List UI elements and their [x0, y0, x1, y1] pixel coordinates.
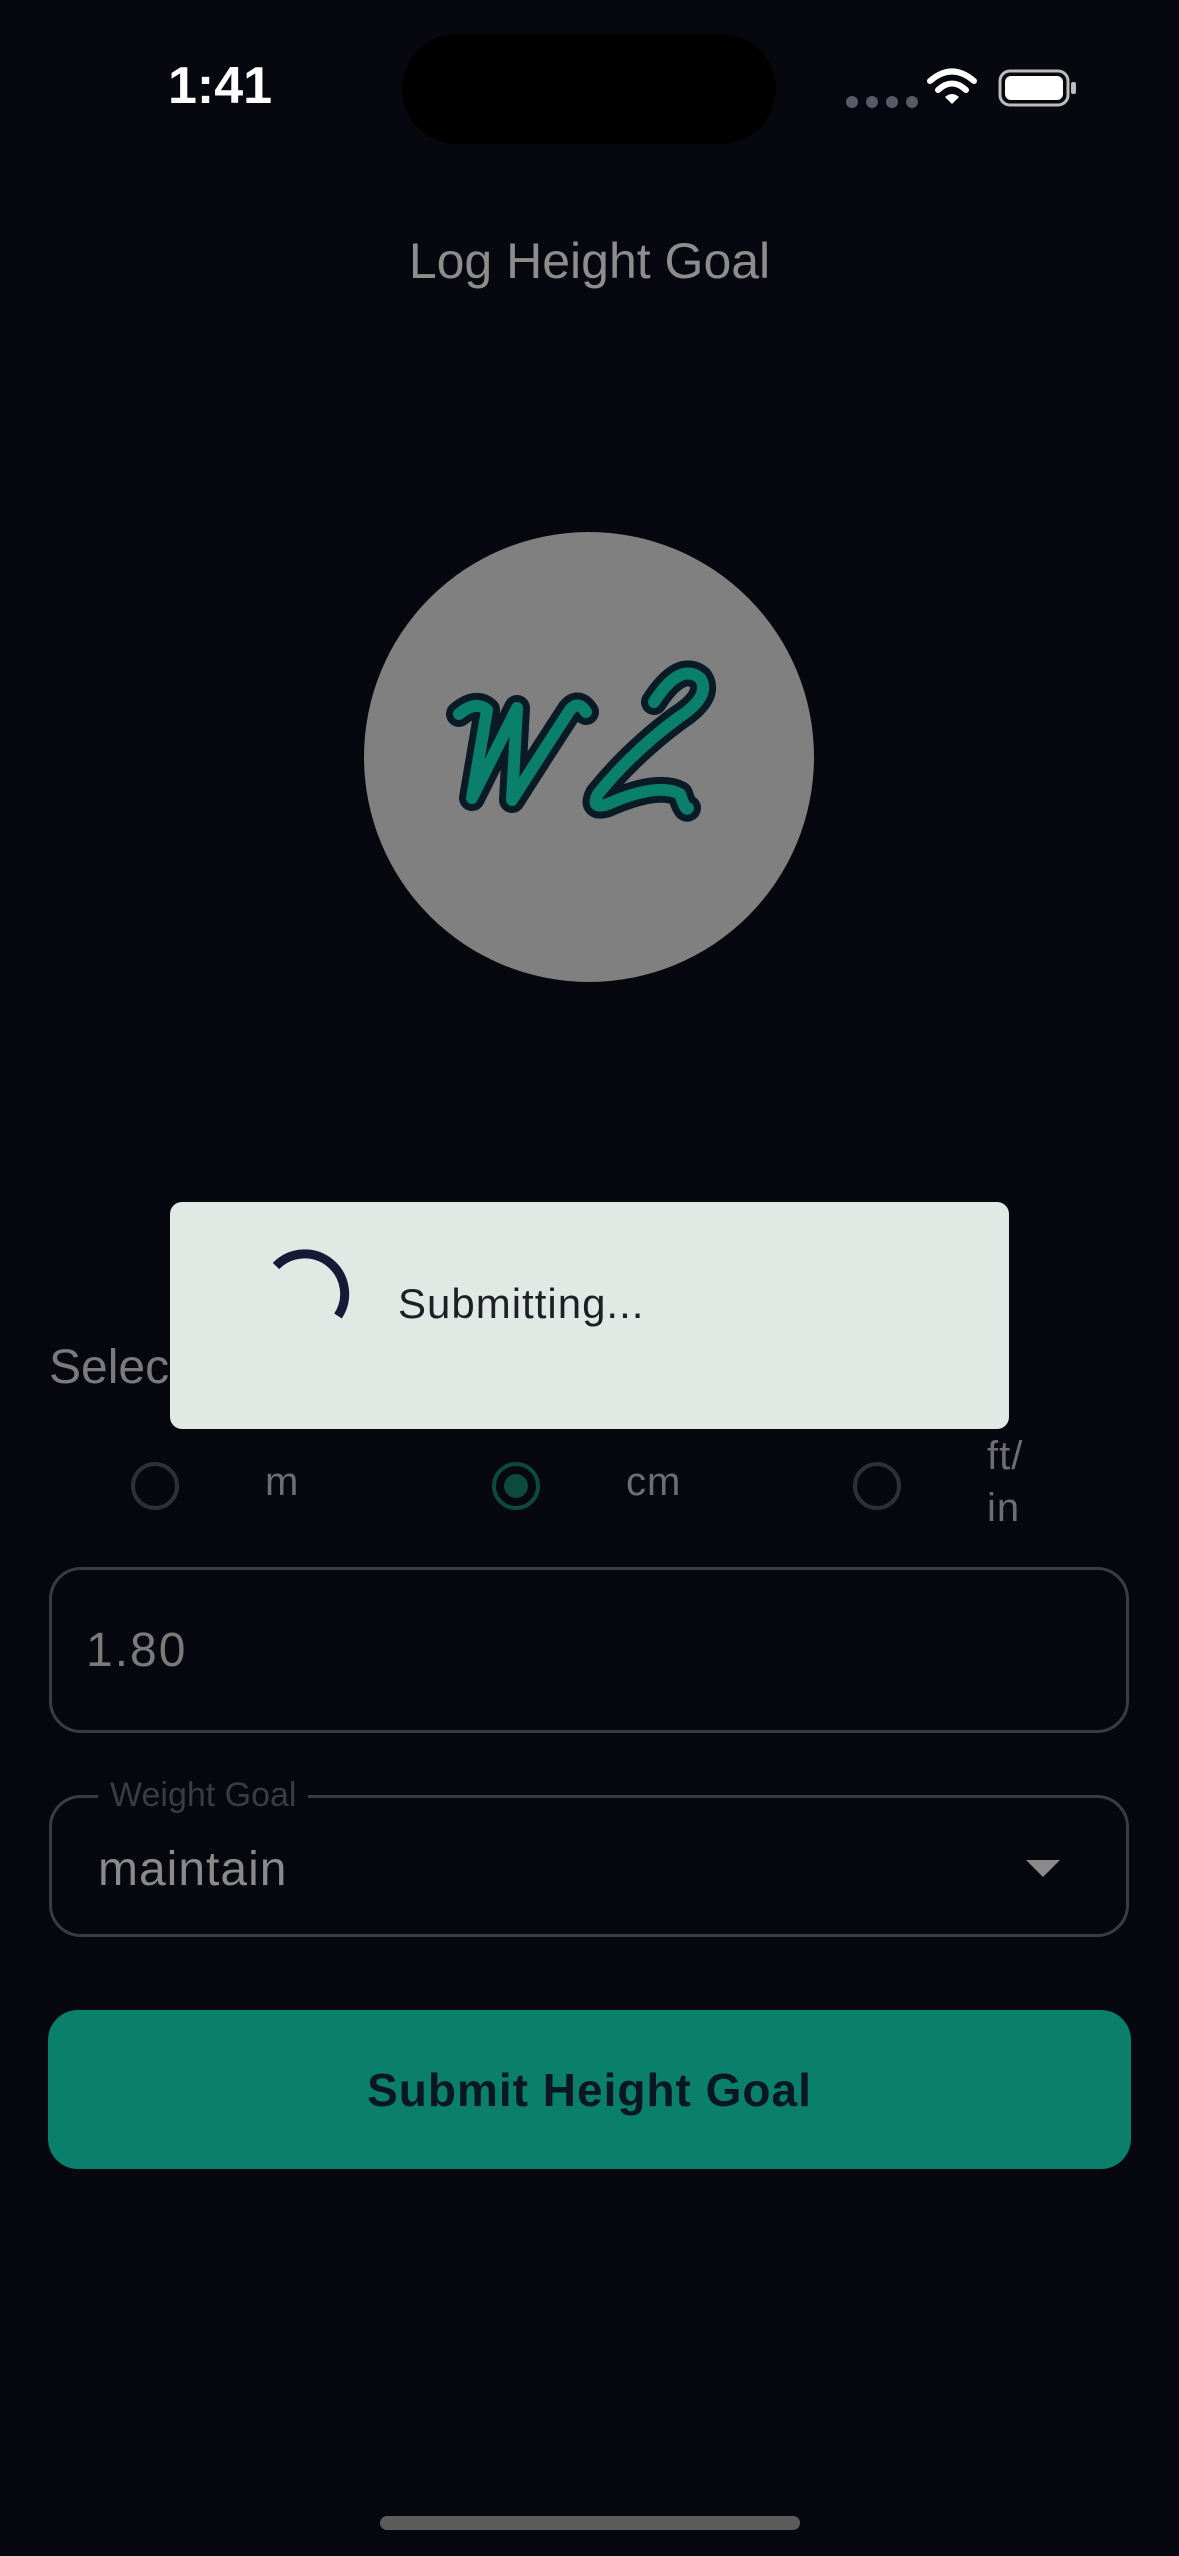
- dynamic-island: [402, 34, 776, 144]
- spinner-icon: [272, 1249, 350, 1319]
- radio-m[interactable]: [131, 1462, 179, 1510]
- radio-ft-in[interactable]: [853, 1462, 901, 1510]
- cellular-signal-icon: [846, 96, 918, 108]
- chevron-down-icon: [1026, 1860, 1060, 1877]
- submit-height-goal-button[interactable]: Submit Height Goal: [48, 2010, 1131, 2169]
- battery-icon: [998, 69, 1076, 107]
- app-logo: [364, 532, 814, 982]
- weight-goal-value: maintain: [98, 1843, 288, 1896]
- loading-dialog: Submitting...: [170, 1202, 1009, 1429]
- wl-monogram-logo-icon: [446, 660, 717, 822]
- home-indicator: [380, 2516, 800, 2530]
- weight-goal-label: Weight Goal: [98, 1776, 309, 1815]
- status-time: 1:41: [168, 57, 273, 115]
- loading-text: Submitting...: [398, 1280, 645, 1327]
- weight-goal-select[interactable]: Weight Goal maintain: [49, 1776, 1129, 1937]
- height-input[interactable]: [49, 1567, 1129, 1733]
- radio-label-m: m: [265, 1460, 300, 1504]
- page-title: Log Height Goal: [408, 233, 771, 289]
- wifi-icon: [927, 68, 977, 104]
- radio-cm[interactable]: [492, 1462, 540, 1510]
- unit-radio-group: m cm ft/ in: [0, 1430, 1179, 1540]
- radio-label-cm: cm: [626, 1460, 682, 1504]
- radio-label-ft-in: ft/ in: [987, 1434, 1024, 1530]
- unit-select-label: Selec: [49, 1341, 170, 1394]
